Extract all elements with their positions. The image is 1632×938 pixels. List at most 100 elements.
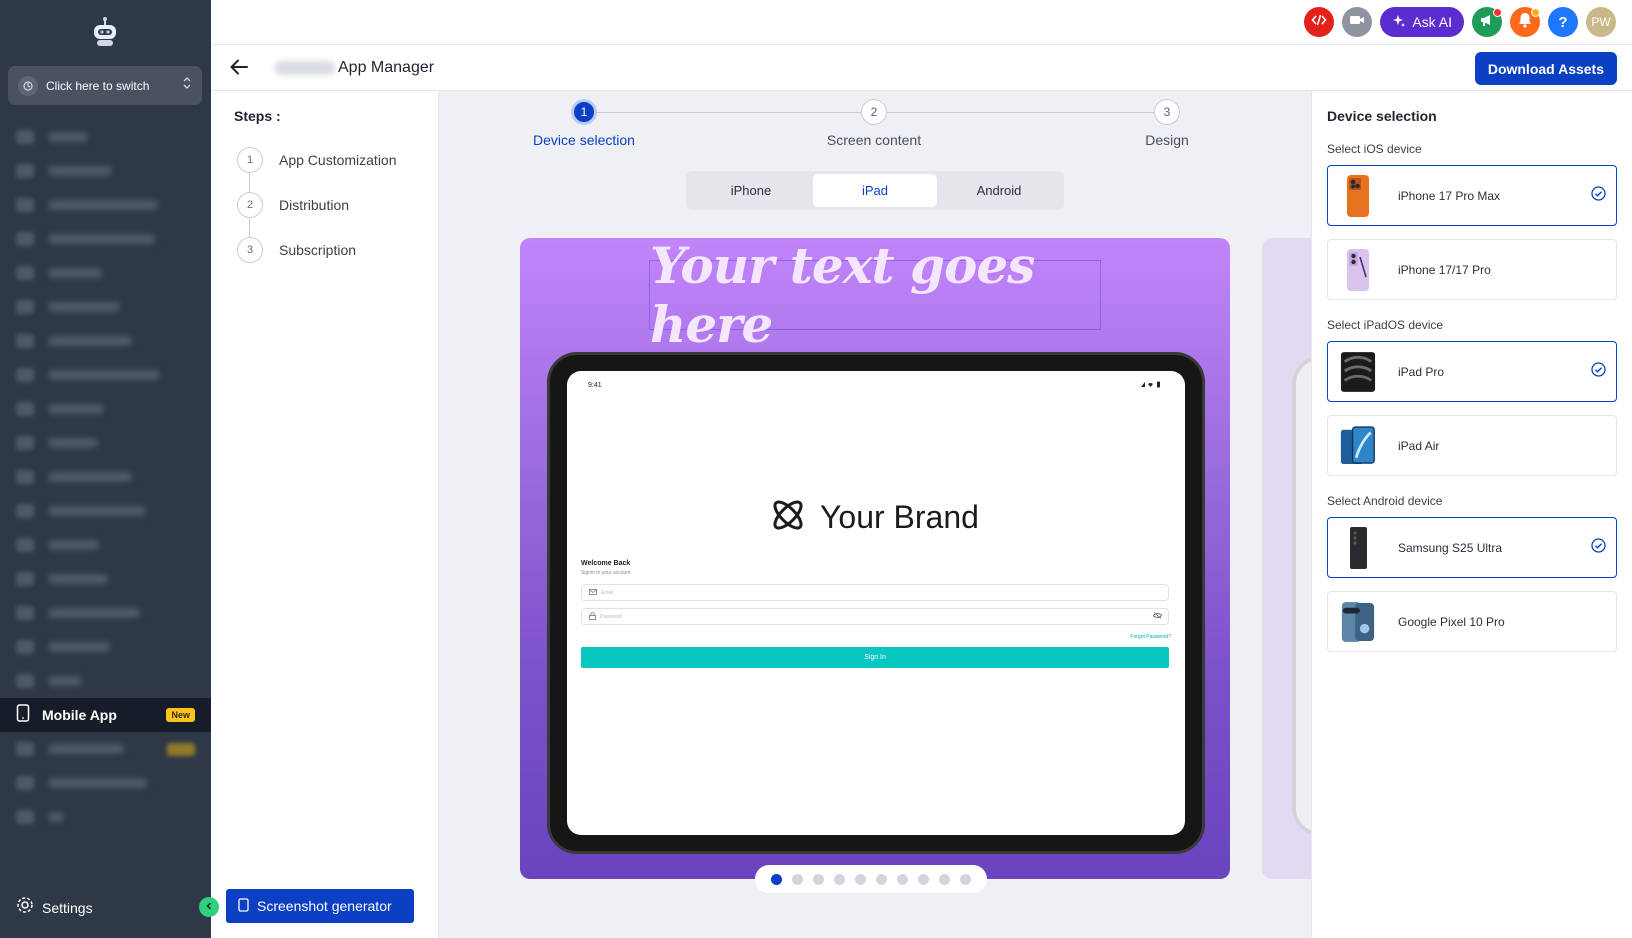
sidebar-item-blurred[interactable] xyxy=(0,766,211,800)
code-button[interactable] xyxy=(1304,7,1335,37)
download-assets-button[interactable]: Download Assets xyxy=(1474,52,1617,85)
sidebar-item-blurred[interactable] xyxy=(0,460,211,494)
step-distribution[interactable]: 2 Distribution xyxy=(237,192,349,218)
sidebar-item-blurred[interactable] xyxy=(0,290,211,324)
video-button[interactable] xyxy=(1342,7,1373,37)
mobile-phone-icon xyxy=(16,703,30,727)
switch-icon xyxy=(18,75,38,96)
step-connector xyxy=(249,218,250,237)
sparkle-icon xyxy=(1392,14,1406,31)
sidebar-item-blurred[interactable] xyxy=(0,664,211,698)
sidebar-item-blurred[interactable] xyxy=(0,528,211,562)
pagination-dot-3[interactable] xyxy=(813,873,824,885)
screenshot-preview-card[interactable]: Your text goes here 9:41 Your Brand Welc… xyxy=(520,238,1230,879)
main-canvas: 1 2 3 Device selection Screen content De… xyxy=(439,91,1311,938)
ipad-pro-image xyxy=(1340,349,1376,395)
pagination-dot-7[interactable] xyxy=(897,873,908,885)
password-field: Password xyxy=(581,608,1169,625)
sidebar-item-blurred[interactable] xyxy=(0,392,211,426)
top-bar: Ask AI ? PW xyxy=(211,0,1632,45)
lock-icon xyxy=(589,611,596,622)
device-option-iphone-17-pro-max[interactable]: iPhone 17 Pro Max xyxy=(1327,165,1617,226)
step-label: Subscription xyxy=(279,242,357,258)
brand-block: Your Brand xyxy=(768,495,979,540)
help-button[interactable]: ? xyxy=(1548,7,1578,37)
avatar[interactable]: PW xyxy=(1586,7,1616,37)
sidebar-item-mobile-app[interactable]: Mobile App New xyxy=(0,698,211,732)
sidebar-item-blurred[interactable] xyxy=(0,222,211,256)
megaphone-icon xyxy=(1479,13,1495,32)
step-subscription[interactable]: 3 Subscription xyxy=(237,237,356,263)
device-option-iphone-17[interactable]: iPhone 17/17 Pro xyxy=(1327,239,1617,300)
headline-text: Your text goes here xyxy=(650,238,1035,354)
mail-icon xyxy=(589,588,597,597)
pagination-dot-4[interactable] xyxy=(834,873,845,885)
sidebar-item-blurred[interactable] xyxy=(0,630,211,664)
sidebar-item-blurred[interactable] xyxy=(0,324,211,358)
sidebar-item-blurred[interactable] xyxy=(0,358,211,392)
bell-icon xyxy=(1518,12,1532,33)
new-badge: New xyxy=(166,708,195,722)
pagination-dot-9[interactable] xyxy=(939,873,950,885)
sidebar: Click here to switch Mobile App New Sett… xyxy=(0,0,211,938)
sidebar-item-blurred[interactable] xyxy=(0,732,211,766)
samsung-phone-image xyxy=(1340,525,1376,571)
arrow-left-icon xyxy=(229,59,249,80)
settings-link[interactable]: Settings xyxy=(16,896,93,919)
step-number: 1 xyxy=(237,147,263,173)
sidebar-item-blurred[interactable] xyxy=(0,494,211,528)
tab-ipad[interactable]: iPad xyxy=(813,174,937,207)
sidebar-item-blurred[interactable] xyxy=(0,800,211,834)
next-screenshot-card[interactable] xyxy=(1262,238,1311,879)
sidebar-item-blurred[interactable] xyxy=(0,596,211,630)
iphone-orange-image xyxy=(1340,173,1376,219)
device-option-ipad-pro[interactable]: iPad Pro xyxy=(1327,341,1617,402)
sidebar-item-blurred[interactable] xyxy=(0,188,211,222)
screenshot-generator-button[interactable]: Screenshot generator xyxy=(226,889,414,923)
switcher-label: Click here to switch xyxy=(46,78,150,93)
tab-iphone[interactable]: iPhone xyxy=(689,174,813,207)
back-button[interactable] xyxy=(229,58,249,81)
brand-name: Your Brand xyxy=(820,499,979,535)
pagination-dot-6[interactable] xyxy=(876,873,887,885)
sidebar-item-blurred[interactable] xyxy=(0,120,211,154)
platform-tabs: iPhone iPad Android xyxy=(686,171,1064,210)
device-option-google-pixel-10-pro[interactable]: Google Pixel 10 Pro xyxy=(1327,591,1617,652)
pagination-dot-1[interactable] xyxy=(771,873,782,885)
pagination-dot-10[interactable] xyxy=(960,873,971,885)
sidebar-item-blurred[interactable] xyxy=(0,426,211,460)
ask-ai-button[interactable]: Ask AI xyxy=(1380,7,1464,37)
ios-section-label: Select iOS device xyxy=(1327,142,1422,156)
device-name: Samsung S25 Ultra xyxy=(1398,540,1503,555)
step-app-customization[interactable]: 1 App Customization xyxy=(237,147,397,173)
step-number: 2 xyxy=(237,192,263,218)
page-header: App Manager Download Assets xyxy=(211,45,1632,91)
sidebar-item-blurred[interactable] xyxy=(0,256,211,290)
check-circle-icon xyxy=(1591,361,1606,382)
sidebar-item-blurred[interactable] xyxy=(0,562,211,596)
device-option-samsung-s25-ultra[interactable]: Samsung S25 Ultra xyxy=(1327,517,1617,578)
stepper-step-design[interactable]: 3 xyxy=(1154,99,1180,125)
stepper-step-device-selection[interactable]: 1 xyxy=(571,99,597,125)
status-time: 9:41 xyxy=(588,382,602,389)
announcements-button[interactable] xyxy=(1472,7,1502,37)
pagination-dot-5[interactable] xyxy=(855,873,866,885)
device-name: Google Pixel 10 Pro xyxy=(1398,614,1505,629)
ask-ai-label: Ask AI xyxy=(1412,14,1452,30)
stepper-step-screen-content[interactable]: 2 xyxy=(861,99,887,125)
notifications-button[interactable] xyxy=(1510,7,1540,37)
ipad-frame: 9:41 Your Brand Welcome Back Signin to y… xyxy=(547,352,1205,854)
device-option-ipad-air[interactable]: iPad Air xyxy=(1327,415,1617,476)
headline-text-box[interactable]: Your text goes here xyxy=(649,238,1101,354)
password-placeholder: Password xyxy=(600,613,622,620)
stepper-label: Device selection xyxy=(533,132,635,148)
pagination-dot-8[interactable] xyxy=(918,873,929,885)
tab-android[interactable]: Android xyxy=(937,174,1061,207)
sidebar-item-blurred[interactable] xyxy=(0,154,211,188)
sidebar-collapse-button[interactable] xyxy=(199,897,219,917)
panel-title: Device selection xyxy=(1327,108,1437,124)
robot-logo-icon[interactable] xyxy=(88,15,122,49)
account-switcher[interactable]: Click here to switch xyxy=(8,66,202,105)
screenshot-generator-label: Screenshot generator xyxy=(257,898,392,914)
pagination-dot-2[interactable] xyxy=(792,873,803,885)
